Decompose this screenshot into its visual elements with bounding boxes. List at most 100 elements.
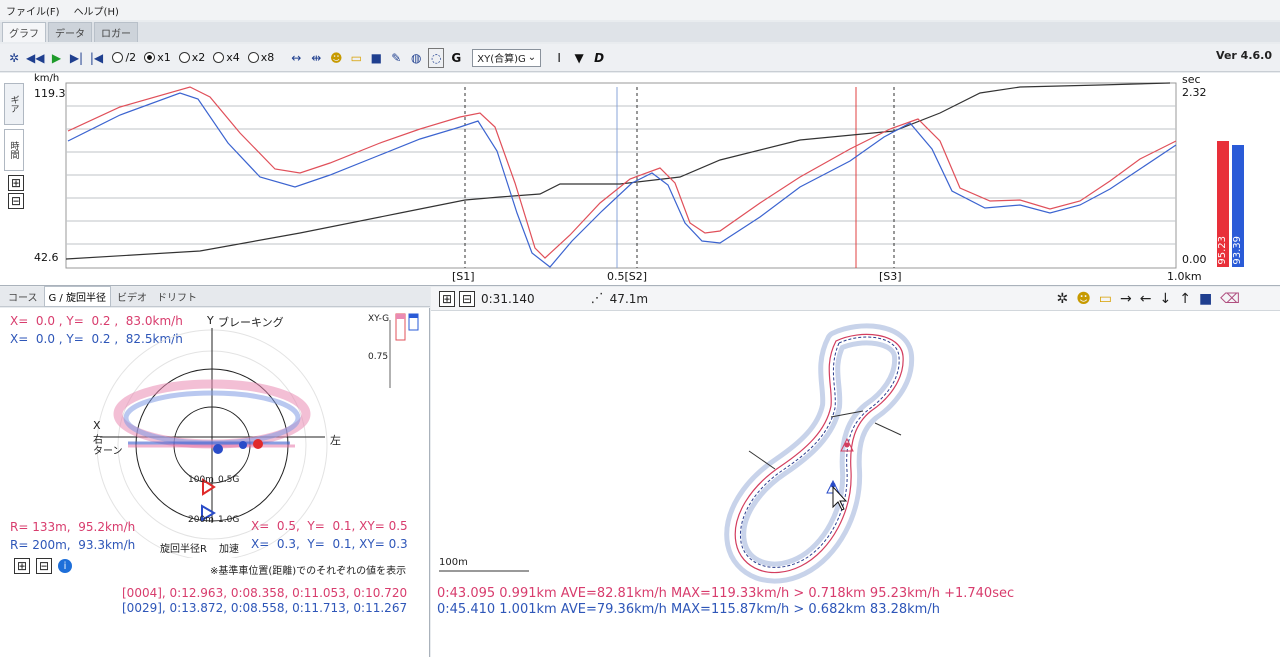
track-outline <box>724 323 915 584</box>
main-tabs: グラフ データ ロガー <box>0 22 1280 42</box>
speed-graph-panel: ギア 時間 ⊞ ⊟ km/h 119.3 42.6 sec 2.32 0.00 … <box>0 73 1280 286</box>
globe-icon[interactable]: ◍ <box>408 48 424 68</box>
distance-end-label: 1.0km <box>1167 270 1202 283</box>
speed-label: x2 <box>191 51 206 64</box>
blue-speed-bar: 93.39 <box>1232 145 1244 267</box>
radio-icon <box>247 52 259 63</box>
arrow-right-icon[interactable]: → <box>1120 291 1132 307</box>
arrow-up-icon[interactable]: ↑ <box>1179 291 1191 307</box>
map-scale-label: 100m <box>439 557 468 568</box>
radio-icon <box>178 52 190 63</box>
track-map-panel: 100m 0:43.095 0.991km AVE=82.81km/h MAX=… <box>431 311 1280 657</box>
speed-half-radio[interactable]: /2 <box>112 51 136 64</box>
radio-selected-icon <box>144 52 156 63</box>
map-toolbar: ⊞ ⊟ 0:31.140 ⋰ 47.1m ✲ ☻ ▭ → ← ↓ ↑ ■ ⌫ <box>431 287 1280 311</box>
settings-icon[interactable]: ✲ <box>1056 291 1068 307</box>
info-icon[interactable]: i <box>58 559 72 573</box>
ring-200m-label: 200m <box>188 515 214 525</box>
lower-left-tabs: コース G / 旋回半径 ビデオ ドリフト <box>0 286 430 307</box>
sector-s1-label: [S1] <box>452 270 475 283</box>
g-mode-select[interactable]: XY(合算)G ⌄ <box>472 48 542 67</box>
version-label: Ver 4.6.0 <box>1216 49 1272 62</box>
blue-current-g-dot <box>239 441 247 449</box>
tab-video[interactable]: ビデオ <box>113 287 151 306</box>
red-lap-stats: 0:43.095 0.991km AVE=82.81km/h MAX=119.3… <box>437 586 1015 601</box>
speed-label: x4 <box>226 51 240 64</box>
speed-label: x8 <box>260 51 275 64</box>
rewind-icon[interactable]: ◀◀ <box>26 48 44 68</box>
distance-value: 47.1m <box>609 291 649 306</box>
speed-label: x1 <box>157 51 171 64</box>
d-button[interactable]: D <box>591 48 607 68</box>
tool-icon[interactable]: ✎ <box>388 48 404 68</box>
g-mode-value: XY(合算)G <box>477 54 526 65</box>
timer-icon[interactable]: ◌ <box>428 47 445 68</box>
scale-label: 0.75 <box>368 352 389 362</box>
radio-icon <box>112 52 124 63</box>
arrow-left-icon[interactable]: ← <box>1140 291 1152 307</box>
tab-data[interactable]: データ <box>48 22 92 42</box>
y-axis-label: Y <box>207 314 214 327</box>
blue-radius-readout: R= 200m, 93.3km/h <box>10 538 136 552</box>
step-forward-icon[interactable]: ▶| <box>68 48 84 68</box>
left-label: 左 <box>330 434 341 447</box>
blue-lap-stats: 0:45.410 1.001km AVE=79.36km/h MAX=115.8… <box>437 602 940 617</box>
eraser-icon[interactable]: ⌫ <box>1220 291 1240 307</box>
reference-note: ※基準車位置(距離)でのそれぞれの値を表示 <box>210 566 407 577</box>
accel-label: 加速 <box>219 544 239 555</box>
g-button[interactable]: G <box>448 48 464 68</box>
shrink-horizontal-icon[interactable]: ⇹ <box>308 48 324 68</box>
zoom-in-icon[interactable]: ⊞ <box>439 290 455 307</box>
filter-icon[interactable]: ▼ <box>571 48 587 68</box>
turn-radius-label: 旋回半径R <box>160 544 207 555</box>
red-lap-times: [0004], 0:12.963, 0:08.358, 0:11.053, 0:… <box>122 586 408 600</box>
tab-logger[interactable]: ロガー <box>94 22 138 42</box>
user-open-icon[interactable]: ☻ <box>1076 291 1091 307</box>
step-back-icon[interactable]: |◀ <box>88 48 104 68</box>
ring-10g-label: 1.0G <box>218 515 240 525</box>
red-g-readout: X= 0.5, Y= 0.1, XY= 0.5 <box>251 519 408 533</box>
tab-drift[interactable]: ドリフト <box>153 287 201 306</box>
zoom-out-icon[interactable]: ⊟ <box>36 558 52 574</box>
braking-label: ブレーキング <box>218 316 284 329</box>
folder-open-icon[interactable]: ▭ <box>348 48 364 68</box>
menu-bar: ファイル(F) ヘルプ(H) <box>0 0 1280 20</box>
track-map[interactable] <box>431 311 1280 591</box>
red-speed-bar-value: 95.23 <box>1217 236 1228 265</box>
red-radius-readout: R= 133m, 95.2km/h <box>10 520 136 534</box>
folder-open-icon[interactable]: ▭ <box>1099 291 1112 307</box>
speed-x2-radio[interactable]: x2 <box>178 51 206 64</box>
user-open-icon[interactable]: ☻ <box>328 48 344 68</box>
x-axis-label: X <box>93 419 101 432</box>
blue-speed-bar-value: 93.39 <box>1232 236 1243 265</box>
speed-time-plot[interactable] <box>0 73 1280 286</box>
menu-file[interactable]: ファイル(F) <box>6 3 60 18</box>
sector-s2-label: 0.5[S2] <box>607 270 648 283</box>
save-icon[interactable]: ■ <box>368 48 384 68</box>
ring-100m-label: 100m <box>188 475 214 485</box>
settings-icon[interactable]: ✲ <box>6 48 22 68</box>
g-panel-bottom-icons: ⊞ ⊟ i <box>14 558 72 574</box>
g-circle-panel: X= 0.0 , Y= 0.2 , 83.0km/h X= 0.0 , Y= 0… <box>0 308 430 657</box>
radio-icon <box>213 52 225 63</box>
zoom-in-icon[interactable]: ⊞ <box>14 558 30 574</box>
map-tool-icons: ✲ ☻ ▭ → ← ↓ ↑ ■ ⌫ <box>1056 291 1240 307</box>
play-icon[interactable]: ▶ <box>48 48 64 68</box>
red-speed-bar: 95.23 <box>1217 141 1229 267</box>
blue-g-readout: X= 0.3, Y= 0.1, XY= 0.3 <box>251 537 408 551</box>
expand-horizontal-icon[interactable]: ↔ <box>288 48 304 68</box>
tab-graph[interactable]: グラフ <box>2 22 46 42</box>
menu-help[interactable]: ヘルプ(H) <box>74 3 119 18</box>
arrow-down-icon[interactable]: ↓ <box>1160 291 1172 307</box>
save-icon[interactable]: ■ <box>1199 291 1212 307</box>
cursor-line-icon[interactable]: Ⅰ <box>551 48 567 68</box>
ring-05g-label: 0.5G <box>218 475 240 485</box>
speed-x8-radio[interactable]: x8 <box>247 51 275 64</box>
distance-measure-icon[interactable]: ⋰ <box>591 291 604 306</box>
zoom-out-icon[interactable]: ⊟ <box>459 290 475 307</box>
tab-course[interactable]: コース <box>4 287 42 306</box>
red-current-g-dot <box>253 439 263 449</box>
speed-x1-radio[interactable]: x1 <box>144 51 171 64</box>
speed-x4-radio[interactable]: x4 <box>213 51 240 64</box>
tab-g-radius[interactable]: G / 旋回半径 <box>43 286 111 307</box>
